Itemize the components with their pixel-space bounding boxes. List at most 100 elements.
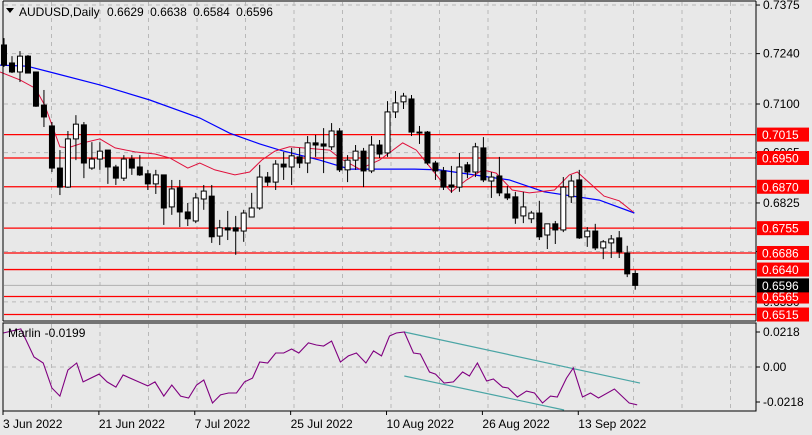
candle-bullish	[392, 102, 399, 113]
candle-bullish	[192, 197, 199, 222]
candle-bearish	[176, 187, 183, 213]
level-price-label: 0.6640	[762, 263, 799, 277]
candle-bearish	[416, 131, 423, 134]
candle-bullish	[544, 223, 551, 236]
price-chart[interactable]: Marlin-0.0199 0.73750.72400.71000.69650.…	[0, 0, 812, 435]
candle-bearish	[312, 142, 319, 146]
symbol-timeframe: AUDUSD,Daily	[19, 5, 100, 19]
candle-bearish	[576, 179, 583, 239]
candle-bearish	[624, 252, 631, 275]
candle-bearish	[1, 44, 7, 66]
candle-bearish	[128, 158, 135, 169]
candle-bearish	[552, 223, 559, 231]
candle-bearish	[280, 163, 287, 168]
candle-bullish	[240, 212, 247, 232]
candle-bullish	[560, 186, 567, 231]
chart-header: AUDUSD,Daily 0.6629 0.6638 0.6584 0.6596	[6, 5, 273, 19]
candle-bullish	[528, 212, 535, 220]
candle-bullish	[168, 188, 175, 208]
candle-bullish	[120, 158, 127, 179]
indicator-tick-label: 0.00	[763, 360, 787, 374]
candle-bearish	[512, 196, 519, 219]
candle-bearish	[440, 170, 447, 188]
ohlc-low: 0.6584	[193, 5, 230, 19]
candle-bullish	[216, 227, 223, 237]
candle-bullish	[584, 230, 591, 238]
candle-bullish	[400, 95, 407, 103]
candle-bullish	[64, 138, 71, 188]
date-label: 25 Jul 2022	[291, 417, 353, 431]
candle-bullish	[608, 238, 615, 244]
price-tick-label: 0.7375	[763, 0, 800, 12]
candle-bearish	[160, 174, 167, 209]
indicator-value: -0.0199	[45, 326, 86, 340]
indicator-tick-label: -0.0218	[763, 395, 804, 409]
candle-bearish	[80, 124, 87, 164]
current-price-label: 0.6596	[762, 279, 799, 293]
candle-bearish	[432, 162, 439, 172]
candle-bullish	[16, 55, 23, 73]
candle-bearish	[40, 104, 47, 118]
candle-bearish	[208, 195, 215, 238]
candle-bullish	[288, 155, 295, 168]
price-tick-label: 0.6825	[763, 196, 800, 210]
candle-bullish	[344, 159, 351, 171]
candle-bullish	[72, 123, 79, 140]
indicator-tick-label: 0.0218	[763, 325, 800, 339]
candle-bearish	[376, 144, 383, 155]
candle-bearish	[408, 98, 415, 133]
candle-bearish	[480, 147, 487, 181]
candle-bearish	[24, 55, 31, 74]
candle-bullish	[568, 180, 575, 198]
candle-bearish	[56, 167, 63, 188]
candle-bullish	[256, 176, 263, 209]
date-label: 26 Aug 2022	[482, 417, 550, 431]
date-label: 10 Aug 2022	[387, 417, 455, 431]
candle-bearish	[464, 164, 471, 173]
candle-bearish	[112, 166, 119, 179]
price-tick-label: 0.7100	[763, 97, 800, 111]
candle-bearish	[496, 175, 503, 194]
candle-bullish	[488, 176, 495, 182]
candle-bearish	[104, 149, 111, 168]
level-price-label: 0.6686	[762, 246, 799, 260]
candle-bearish	[232, 227, 239, 232]
candle-bullish	[384, 111, 391, 154]
ohlc-close: 0.6596	[236, 5, 273, 19]
candle-bearish	[184, 211, 191, 220]
candle-bullish	[368, 144, 375, 172]
candle-bearish	[616, 237, 623, 253]
candle-bearish	[136, 166, 143, 176]
candle-bullish	[272, 163, 279, 183]
candle-bearish	[336, 130, 343, 171]
date-label: 13 Sep 2022	[578, 417, 646, 431]
indicator-name: Marlin	[8, 326, 41, 340]
candle-bullish	[152, 174, 159, 185]
candle-bearish	[424, 131, 431, 164]
candle-bullish	[328, 130, 335, 148]
candle-bullish	[200, 190, 207, 200]
level-price-label: 0.6950	[762, 151, 799, 165]
candle-bearish	[360, 150, 367, 172]
candle-bearish	[144, 173, 151, 185]
price-tick-label: 0.7240	[763, 47, 800, 61]
candle-bullish	[456, 166, 463, 188]
level-price-label: 0.6515	[762, 308, 799, 322]
candle-bullish	[600, 241, 607, 249]
candle-bearish	[536, 212, 543, 238]
candle-bearish	[48, 125, 55, 169]
candle-bearish	[632, 272, 639, 286]
chart-background	[0, 0, 812, 435]
candle-bullish	[352, 150, 359, 161]
level-price-label: 0.6755	[762, 222, 799, 236]
ohlc-high: 0.6638	[150, 5, 187, 19]
candle-bearish	[8, 62, 15, 73]
candle-bearish	[296, 156, 303, 164]
candle-bullish	[248, 207, 255, 218]
level-price-label: 0.7015	[762, 128, 799, 142]
candle-bullish	[88, 158, 95, 169]
candle-bearish	[224, 227, 231, 231]
candle-bearish	[448, 184, 455, 188]
date-label: 3 Jun 2022	[3, 417, 63, 431]
ohlc-open: 0.6629	[107, 5, 144, 19]
